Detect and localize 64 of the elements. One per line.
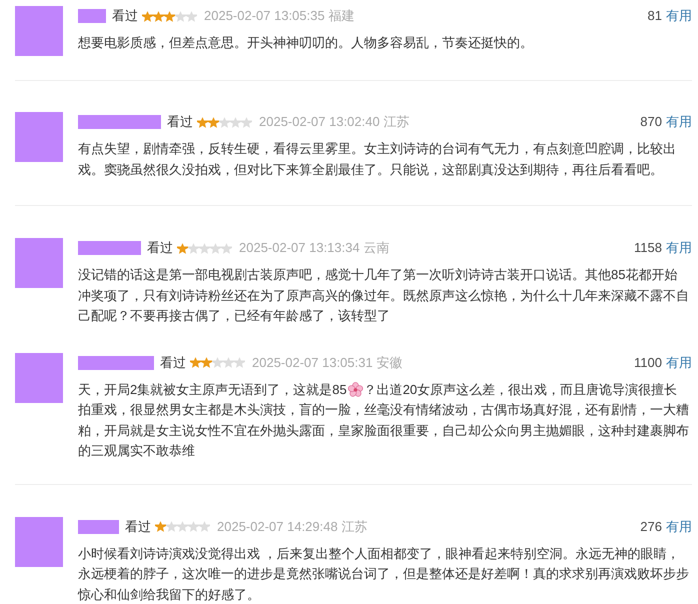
review-text: 有点失望，剧情牵强，反转生硬，看得云里雾里。女主刘诗诗的台词有气无力，有点刻意凹腔调，比较出戏。窦骁虽然很久没拍戏，但对比下来算全剧最佳了。只能说，这部剧真没达到期待，再往后看看吧。 — [78, 140, 677, 178]
star-icon — [188, 521, 199, 532]
watched-label: 看过 — [112, 7, 138, 26]
watched-label: 看过 — [147, 239, 173, 258]
avatar-placeholder — [15, 238, 63, 288]
redaction-block — [78, 520, 119, 534]
star-icon — [199, 242, 210, 254]
star-icon — [199, 521, 210, 532]
review-text: 小时候看刘诗诗演戏没觉得出戏 ，后来复出整个人面相都变了，眼神看起来特别空洞。永远无神的眼睛，永远梗着的脖子，这次唯一的进步是竟然张嘴说台词了，但是整体还是好差啊！真的求求别再演戏败坏步步惊心和仙剑给我留下的好感了。 — [78, 544, 690, 604]
review-text: 天，开局2集就被女主原声无语到了，这就是85 ？出道20女原声这么差，很出戏，而且唐诡导演很擅长拍重戏，很显然男女主都是木头演技，盲的一脸，丝毫没有情绪波动，古偶市场真好混，还有剧情，一大糟粕，开局就是女主说女性不宜在外抛头露面，皇家脸面很重要，自己却公众向男主抛媚眼，这种封建裹脚布的三观属实不敢恭维 — [78, 380, 690, 460]
useful-link[interactable]: 有用 — [666, 112, 692, 132]
redaction-block — [78, 241, 141, 255]
star-icon — [210, 242, 221, 254]
star-icon — [234, 357, 245, 368]
star-icon — [212, 357, 223, 368]
review-date: 2025-02-07 14:29:48 — [217, 518, 338, 536]
star-icon — [223, 357, 234, 368]
review-date: 2025-02-07 13:02:40 — [259, 113, 380, 132]
star-icon — [164, 10, 175, 22]
avatar-placeholder — [15, 352, 63, 402]
watched-label: 看过 — [167, 113, 193, 132]
star-icon — [208, 116, 219, 128]
star-icon — [190, 357, 201, 368]
star-icon — [175, 10, 186, 22]
star-icon — [188, 242, 199, 254]
useful-count: 81 — [648, 7, 662, 26]
flower-icon — [348, 382, 363, 396]
avatar-placeholder — [15, 516, 63, 566]
star-icon — [155, 521, 166, 532]
star-icon — [230, 116, 241, 128]
star-icon — [197, 116, 208, 128]
useful-count: 1158 — [634, 239, 662, 258]
review-location: 安徽 — [376, 354, 403, 372]
useful-count: 276 — [640, 518, 662, 536]
useful-link[interactable]: 有用 — [666, 238, 692, 258]
avatar-placeholder — [15, 6, 63, 56]
star-icon — [186, 10, 197, 22]
review-date: 2025-02-07 13:13:34 — [239, 239, 360, 258]
watched-label: 看过 — [125, 518, 151, 536]
review-date: 2025-02-07 13:05:31 — [252, 354, 373, 372]
review-date: 2025-02-07 13:05:35 — [204, 7, 325, 26]
redaction-block — [78, 9, 106, 23]
avatar-placeholder — [15, 112, 63, 162]
star-icon — [219, 116, 230, 128]
review-text: 没记错的话这是第一部电视剧古装原声吧，感觉十几年了第一次听刘诗诗古装开口说话。其他85花都开始冲奖项了，只有刘诗诗粉丝还在为了原声高兴的像过年。既然原声这么惊艳，为什么十几年来深藏不露不自己配呢？不要再接古偶了，已经有年龄感了，该转型了 — [78, 266, 690, 325]
star-icon — [221, 242, 232, 254]
star-icon — [166, 521, 177, 532]
star-icon — [177, 521, 188, 532]
star-icon — [177, 242, 188, 254]
review-location: 云南 — [364, 239, 390, 258]
review-location: 江苏 — [384, 113, 410, 132]
watched-label: 看过 — [160, 354, 186, 372]
useful-link[interactable]: 有用 — [666, 352, 692, 372]
useful-link[interactable]: 有用 — [666, 6, 692, 26]
star-icon — [241, 116, 252, 128]
useful-count: 1100 — [634, 354, 662, 372]
useful-link[interactable]: 有用 — [666, 516, 692, 536]
review-location: 江苏 — [342, 518, 368, 536]
review-location: 福建 — [328, 7, 355, 26]
review-text: 想要电影质感，但差点意思。开头神神叨叨的。人物多容易乱，节奏还挺快的。 — [78, 34, 534, 52]
useful-count: 870 — [640, 113, 662, 132]
star-icon — [142, 10, 153, 22]
star-icon — [201, 357, 212, 368]
star-icon — [153, 10, 164, 22]
